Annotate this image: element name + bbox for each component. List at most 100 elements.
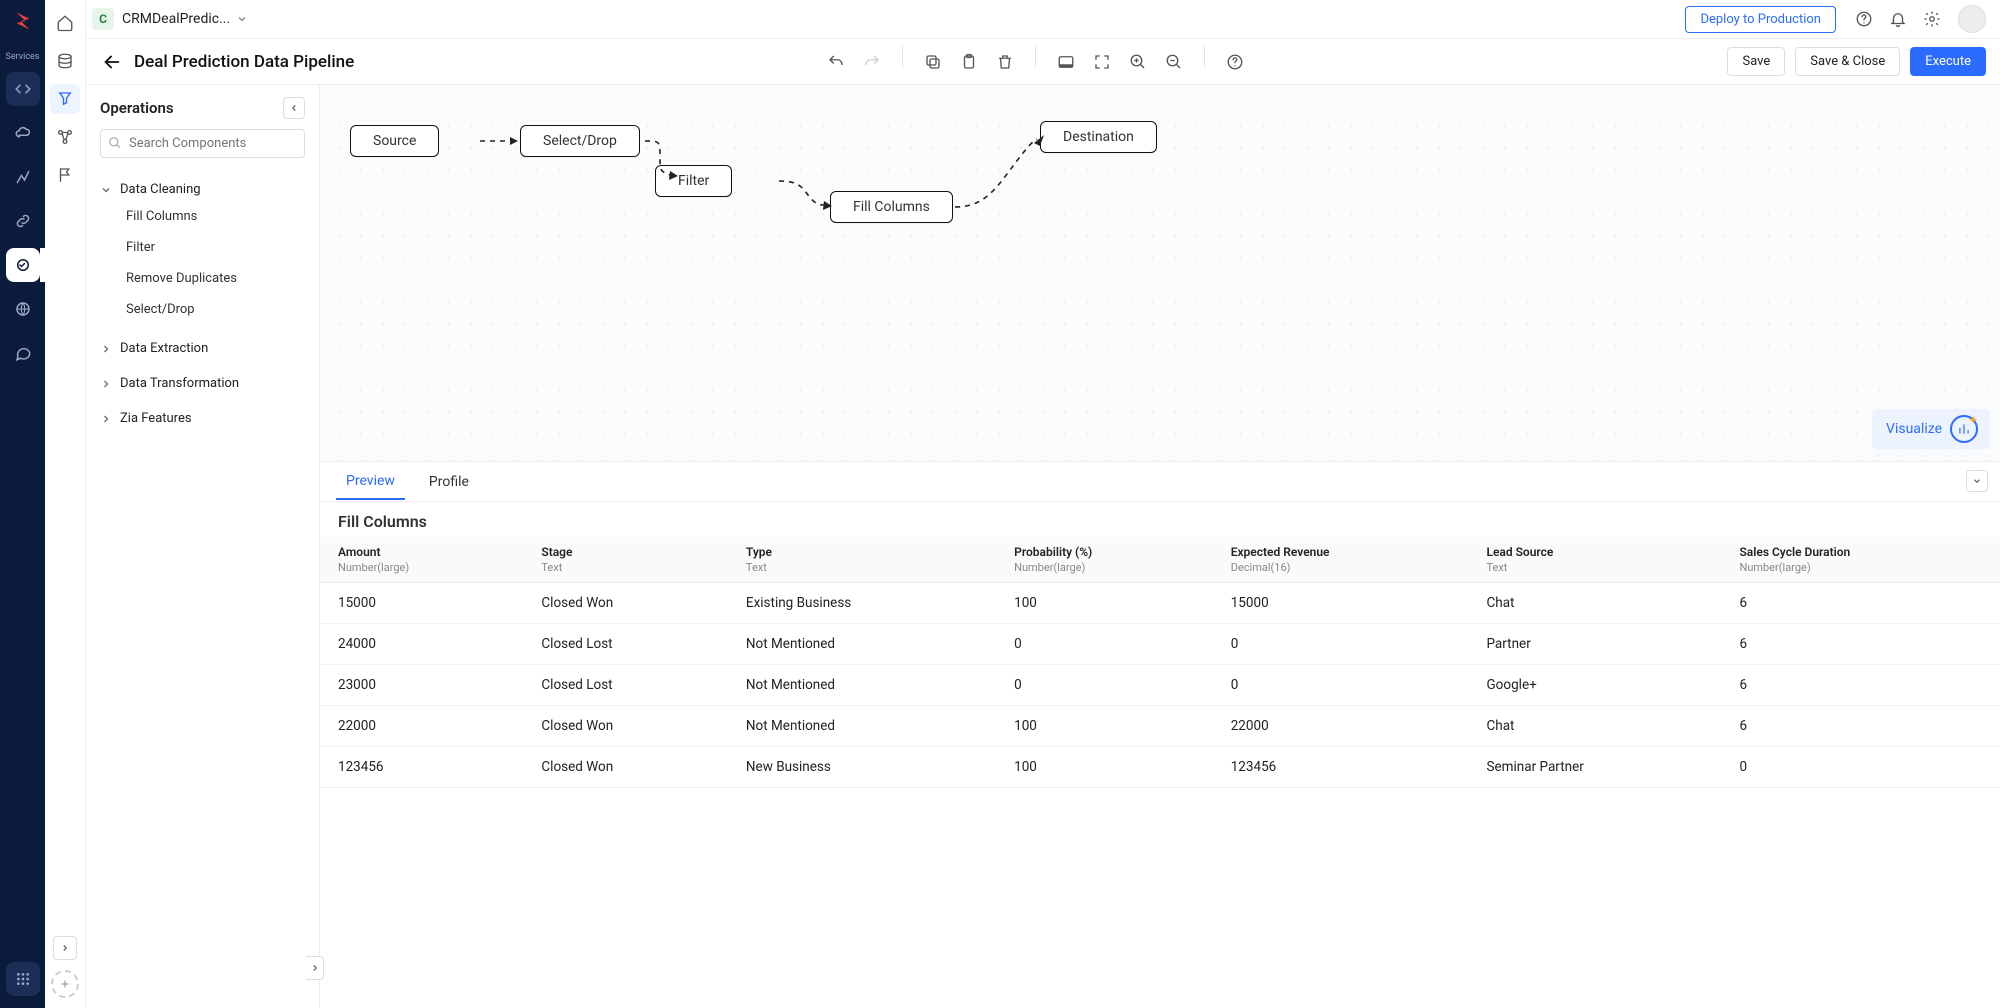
column-header[interactable]: Lead Source bbox=[1468, 537, 1721, 561]
search-icon bbox=[108, 136, 122, 150]
zoom-in-icon[interactable] bbox=[1122, 46, 1154, 78]
table-cell: 15000 bbox=[1213, 583, 1469, 624]
table-cell: 15000 bbox=[320, 583, 523, 624]
copy-icon[interactable] bbox=[917, 46, 949, 78]
preview-table: AmountStageTypeProbability (%)Expected R… bbox=[320, 537, 2000, 788]
module-database-icon[interactable] bbox=[50, 46, 80, 76]
tree-group-header[interactable]: Zia Features bbox=[94, 407, 311, 430]
project-dropdown-icon[interactable] bbox=[236, 13, 248, 25]
search-input[interactable] bbox=[100, 129, 305, 158]
table-cell: Not Mentioned bbox=[728, 665, 996, 706]
table-cell: 0 bbox=[996, 665, 1213, 706]
execute-button[interactable]: Execute bbox=[1910, 47, 1986, 76]
node-select-drop[interactable]: Select/Drop bbox=[520, 125, 640, 157]
tree-group-header[interactable]: Data Cleaning bbox=[94, 178, 311, 201]
module-flag-icon[interactable] bbox=[50, 160, 80, 190]
preview-tabs: Preview Profile bbox=[320, 462, 2000, 502]
editor-toolbar: Deal Prediction Data Pipeline bbox=[86, 39, 2000, 85]
tab-profile[interactable]: Profile bbox=[419, 464, 479, 499]
pipeline-canvas[interactable]: Source Select/Drop Filter Fill Columns D… bbox=[320, 85, 2000, 461]
node-destination[interactable]: Destination bbox=[1040, 121, 1157, 153]
zoom-out-icon[interactable] bbox=[1158, 46, 1190, 78]
table-cell: 6 bbox=[1721, 665, 2000, 706]
panel-collapse-icon[interactable] bbox=[283, 97, 305, 119]
column-header[interactable]: Probability (%) bbox=[996, 537, 1213, 561]
table-cell: 100 bbox=[996, 583, 1213, 624]
operations-panel: Operations Data CleaningFill ColumnsFilt… bbox=[86, 85, 320, 1008]
table-row[interactable]: 22000Closed WonNot Mentioned10022000Chat… bbox=[320, 706, 2000, 747]
column-type: Number(large) bbox=[996, 561, 1213, 583]
delete-icon[interactable] bbox=[989, 46, 1021, 78]
module-pipeline-icon[interactable] bbox=[50, 84, 80, 114]
toolbar-help-icon[interactable] bbox=[1219, 46, 1251, 78]
table-cell: Closed Won bbox=[523, 583, 728, 624]
connector-4 bbox=[952, 129, 1047, 214]
chevron-right-icon bbox=[100, 378, 114, 390]
table-cell: Closed Lost bbox=[523, 624, 728, 665]
table-cell: 0 bbox=[996, 624, 1213, 665]
nav-chat-icon[interactable] bbox=[6, 336, 40, 370]
node-fill-columns[interactable]: Fill Columns bbox=[830, 191, 953, 223]
table-cell: Partner bbox=[1468, 624, 1721, 665]
sidebar-expand-icon[interactable] bbox=[53, 936, 77, 960]
tree-item[interactable]: Filter bbox=[120, 232, 311, 263]
module-home-icon[interactable] bbox=[50, 8, 80, 38]
redo-icon[interactable] bbox=[856, 46, 888, 78]
nav-pipeline-icon[interactable] bbox=[6, 248, 40, 282]
panel-icon[interactable] bbox=[1050, 46, 1082, 78]
nav-network-icon[interactable] bbox=[6, 292, 40, 326]
visualize-label: Visualize bbox=[1886, 421, 1942, 437]
column-header[interactable]: Stage bbox=[523, 537, 728, 561]
project-name[interactable]: CRMDealPredic... bbox=[122, 11, 230, 27]
tree-item[interactable]: Remove Duplicates bbox=[120, 263, 311, 294]
fullscreen-icon[interactable] bbox=[1086, 46, 1118, 78]
panel-side-expand-icon[interactable] bbox=[306, 956, 324, 980]
notifications-icon[interactable] bbox=[1884, 5, 1912, 33]
nav-analytics-icon[interactable] bbox=[6, 160, 40, 194]
table-cell: 0 bbox=[1213, 665, 1469, 706]
tree-group-header[interactable]: Data Extraction bbox=[94, 337, 311, 360]
tab-preview[interactable]: Preview bbox=[336, 463, 405, 500]
column-header[interactable]: Expected Revenue bbox=[1213, 537, 1469, 561]
table-cell: 0 bbox=[1213, 624, 1469, 665]
table-cell: Chat bbox=[1468, 583, 1721, 624]
undo-icon[interactable] bbox=[820, 46, 852, 78]
node-source[interactable]: Source bbox=[350, 125, 439, 157]
add-button-icon[interactable] bbox=[51, 970, 79, 998]
nav-code-icon[interactable] bbox=[6, 72, 40, 106]
column-header[interactable]: Type bbox=[728, 537, 996, 561]
table-row[interactable]: 23000Closed LostNot Mentioned00Google+6 bbox=[320, 665, 2000, 706]
table-cell: 100 bbox=[996, 747, 1213, 788]
operations-tree: Data CleaningFill ColumnsFilterRemove Du… bbox=[86, 168, 319, 440]
table-cell: Closed Won bbox=[523, 747, 728, 788]
paste-icon[interactable] bbox=[953, 46, 985, 78]
tree-item[interactable]: Select/Drop bbox=[120, 294, 311, 325]
table-cell: Not Mentioned bbox=[728, 624, 996, 665]
user-avatar[interactable] bbox=[1958, 5, 1986, 33]
table-row[interactable]: 15000Closed WonExisting Business10015000… bbox=[320, 583, 2000, 624]
tree-item[interactable]: Fill Columns bbox=[120, 201, 311, 232]
deploy-button[interactable]: Deploy to Production bbox=[1685, 6, 1836, 33]
table-row[interactable]: 24000Closed LostNot Mentioned00Partner6 bbox=[320, 624, 2000, 665]
save-button[interactable]: Save bbox=[1727, 47, 1785, 76]
tree-group-header[interactable]: Data Transformation bbox=[94, 372, 311, 395]
preview-collapse-icon[interactable] bbox=[1966, 470, 1988, 492]
column-header[interactable]: Sales Cycle Duration bbox=[1721, 537, 2000, 561]
column-type: Number(large) bbox=[320, 561, 523, 583]
module-model-icon[interactable] bbox=[50, 122, 80, 152]
save-close-button[interactable]: Save & Close bbox=[1795, 47, 1900, 76]
help-icon[interactable] bbox=[1850, 5, 1878, 33]
back-arrow-icon[interactable] bbox=[98, 48, 126, 76]
apps-grid-icon[interactable] bbox=[6, 962, 40, 996]
table-cell: 0 bbox=[1721, 747, 2000, 788]
tree-group-label: Zia Features bbox=[120, 411, 192, 426]
visualize-button[interactable]: Visualize ✦ bbox=[1872, 409, 1990, 449]
topbar: C CRMDealPredic... Deploy to Production bbox=[86, 0, 2000, 39]
column-header[interactable]: Amount bbox=[320, 537, 523, 561]
nav-link-icon[interactable] bbox=[6, 204, 40, 238]
canvas-column: Source Select/Drop Filter Fill Columns D… bbox=[320, 85, 2000, 1008]
table-row[interactable]: 123456Closed WonNew Business100123456Sem… bbox=[320, 747, 2000, 788]
column-type: Number(large) bbox=[1721, 561, 2000, 583]
settings-icon[interactable] bbox=[1918, 5, 1946, 33]
nav-cloud-icon[interactable] bbox=[6, 116, 40, 150]
